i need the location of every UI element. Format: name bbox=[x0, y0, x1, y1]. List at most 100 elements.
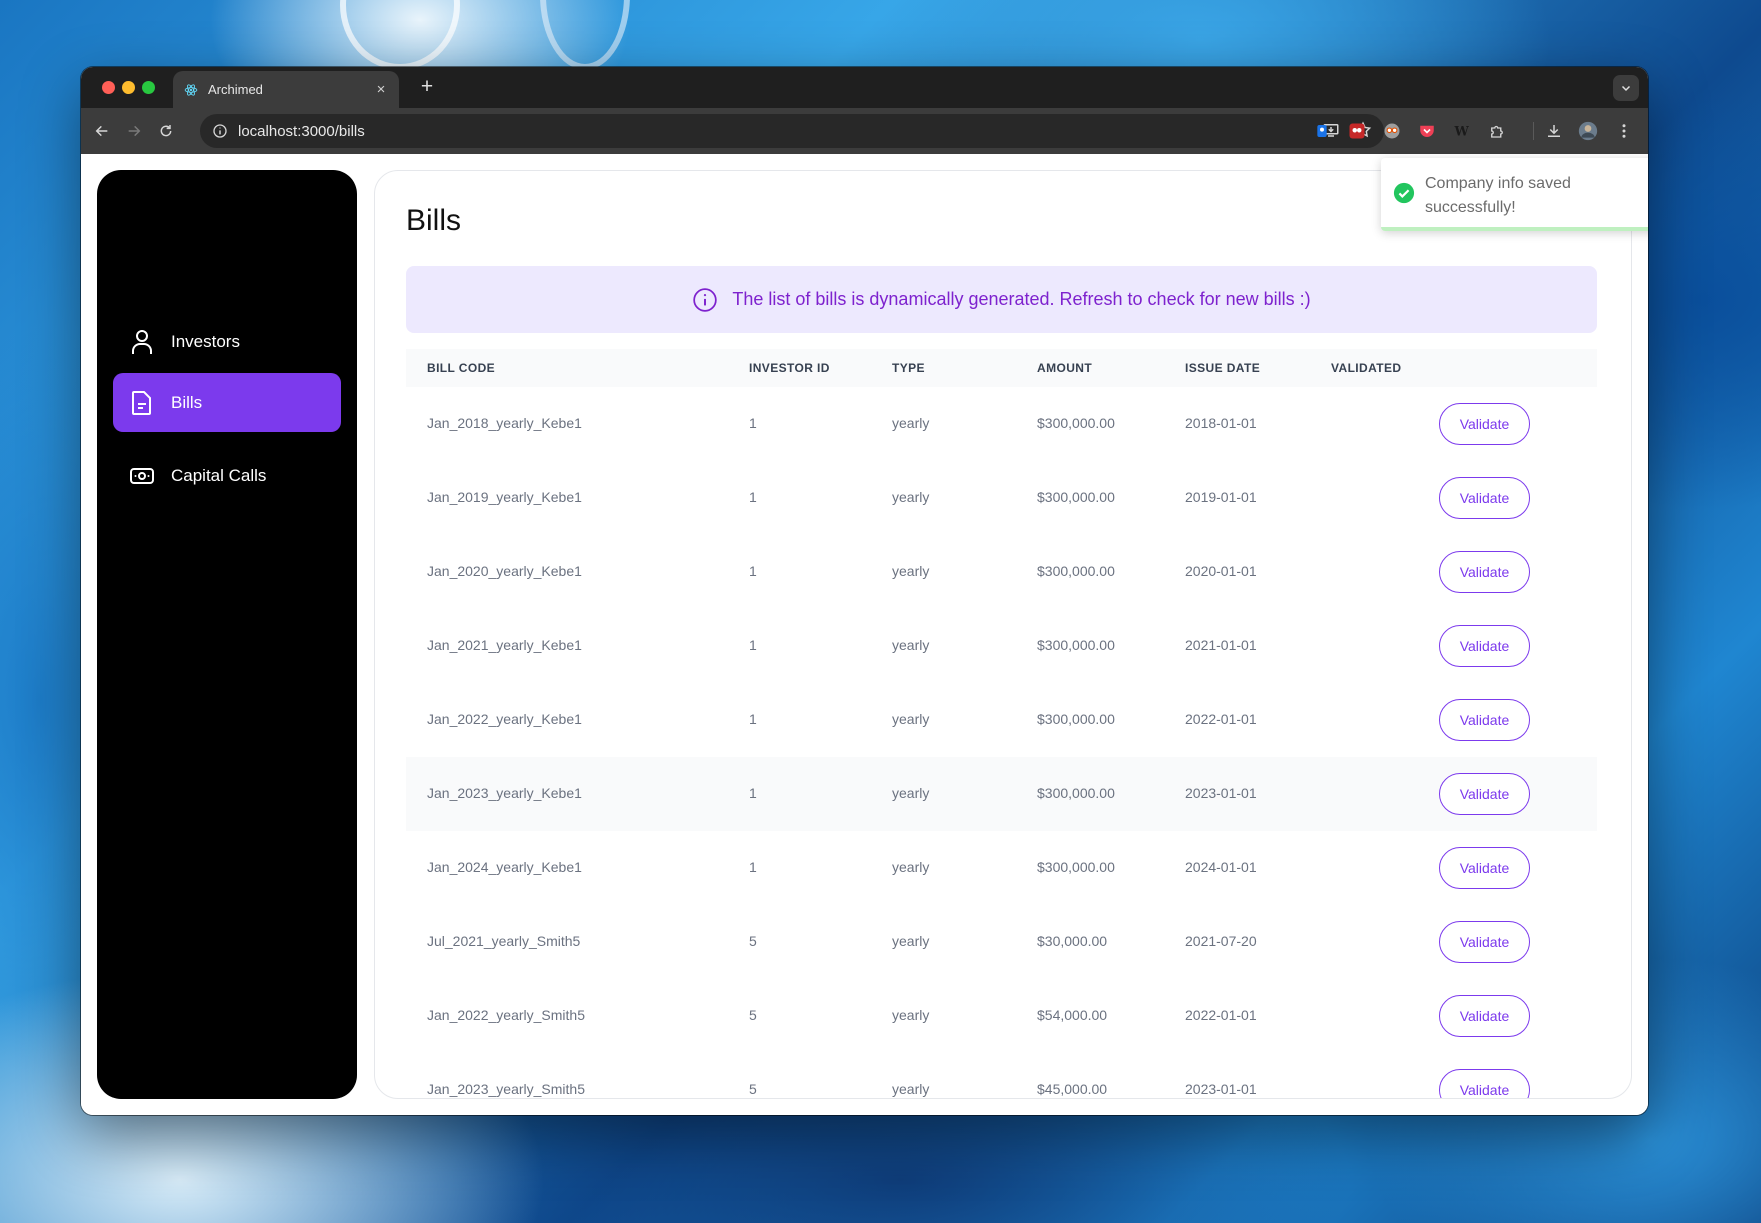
cell-issue-date: 2020-01-01 bbox=[1185, 563, 1257, 579]
cell-bill-code: Jan_2023_yearly_Kebe1 bbox=[427, 785, 582, 801]
cell-amount: $45,000.00 bbox=[1037, 1081, 1108, 1097]
reload-icon bbox=[160, 125, 172, 137]
pocket-icon[interactable] bbox=[1416, 120, 1438, 142]
cell-issue-date: 2021-01-01 bbox=[1185, 637, 1257, 653]
cell-bill-code: Jan_2020_yearly_Kebe1 bbox=[427, 563, 582, 579]
validate-button[interactable]: Validate bbox=[1439, 1069, 1530, 1098]
table-row: Jan_2022_yearly_Smith5 5 yearly $54,000.… bbox=[406, 979, 1597, 1053]
validate-button[interactable]: Validate bbox=[1439, 477, 1530, 519]
cell-type: yearly bbox=[892, 785, 930, 801]
cell-bill-code: Jan_2023_yearly_Smith5 bbox=[427, 1081, 585, 1097]
close-window-button[interactable] bbox=[102, 81, 115, 94]
wikipedia-icon[interactable]: W bbox=[1451, 120, 1473, 142]
browser-toolbar: localhost:3000/bills W bbox=[81, 108, 1648, 154]
banknote-icon bbox=[129, 463, 155, 489]
cell-issue-date: 2023-01-01 bbox=[1185, 785, 1257, 801]
validate-button[interactable]: Validate bbox=[1439, 921, 1530, 963]
cell-amount: $300,000.00 bbox=[1037, 415, 1115, 431]
back-button[interactable] bbox=[91, 120, 113, 142]
validate-button[interactable]: Validate bbox=[1439, 773, 1530, 815]
cell-bill-code: Jan_2024_yearly_Kebe1 bbox=[427, 859, 582, 875]
sidebar: Investors Bills Capital Calls bbox=[97, 170, 357, 1099]
cell-amount: $300,000.00 bbox=[1037, 563, 1115, 579]
tab-search-button[interactable] bbox=[1613, 75, 1639, 101]
cell-type: yearly bbox=[892, 637, 930, 653]
success-toast: Company info saved successfully! × bbox=[1381, 158, 1648, 231]
wallpaper-swirl bbox=[340, 0, 460, 70]
chevron-down-icon bbox=[1621, 85, 1631, 92]
validate-button[interactable]: Validate bbox=[1439, 847, 1530, 889]
extensions-puzzle-icon[interactable] bbox=[1486, 120, 1508, 142]
forward-button[interactable] bbox=[123, 120, 145, 142]
document-icon bbox=[129, 390, 155, 416]
validate-button[interactable]: Validate bbox=[1439, 995, 1530, 1037]
profile-avatar[interactable] bbox=[1577, 120, 1599, 142]
reload-button[interactable] bbox=[155, 120, 177, 142]
cell-amount: $300,000.00 bbox=[1037, 489, 1115, 505]
cell-type: yearly bbox=[892, 1081, 930, 1097]
cell-bill-code: Jan_2021_yearly_Kebe1 bbox=[427, 637, 582, 653]
sidebar-item-capital-calls[interactable]: Capital Calls bbox=[113, 446, 341, 505]
cell-bill-code: Jan_2022_yearly_Kebe1 bbox=[427, 711, 582, 727]
cell-type: yearly bbox=[892, 1007, 930, 1023]
cell-issue-date: 2024-01-01 bbox=[1185, 859, 1257, 875]
validate-button[interactable]: Validate bbox=[1439, 551, 1530, 593]
validate-button[interactable]: Validate bbox=[1439, 403, 1530, 445]
cell-bill-code: Jan_2019_yearly_Kebe1 bbox=[427, 489, 582, 505]
cell-type: yearly bbox=[892, 489, 930, 505]
cell-amount: $300,000.00 bbox=[1037, 711, 1115, 727]
cell-amount: $300,000.00 bbox=[1037, 859, 1115, 875]
table-row: Jan_2024_yearly_Kebe1 1 yearly $300,000.… bbox=[406, 831, 1597, 905]
table-row: Jan_2020_yearly_Kebe1 1 yearly $300,000.… bbox=[406, 535, 1597, 609]
cell-investor-id: 5 bbox=[749, 933, 757, 949]
column-header-validated: VALIDATED bbox=[1331, 361, 1402, 375]
cell-investor-id: 1 bbox=[749, 489, 757, 505]
tab-bar: Archimed × + bbox=[81, 67, 1648, 108]
column-header-amount: AMOUNT bbox=[1037, 361, 1093, 375]
sidebar-item-label: Investors bbox=[171, 331, 240, 351]
browser-menu-icon[interactable] bbox=[1613, 120, 1635, 142]
sidebar-item-bills[interactable]: Bills bbox=[113, 373, 341, 432]
validate-button[interactable]: Validate bbox=[1439, 699, 1530, 741]
site-info-icon[interactable] bbox=[210, 121, 230, 141]
cell-bill-code: Jan_2018_yearly_Kebe1 bbox=[427, 415, 582, 431]
toast-progress-bar bbox=[1381, 227, 1648, 231]
maximize-window-button[interactable] bbox=[142, 81, 155, 94]
url-text: localhost:3000/bills bbox=[238, 122, 365, 140]
sidebar-item-investors[interactable]: Investors bbox=[113, 312, 341, 371]
main-panel: Bills The list of bills is dynamically g… bbox=[374, 170, 1632, 1099]
info-icon bbox=[692, 287, 718, 313]
page-title: Bills bbox=[406, 204, 462, 237]
address-bar[interactable]: localhost:3000/bills bbox=[200, 114, 1384, 148]
cell-amount: $30,000.00 bbox=[1037, 933, 1108, 949]
cell-issue-date: 2022-01-01 bbox=[1185, 1007, 1257, 1023]
table-row: Jan_2021_yearly_Kebe1 1 yearly $300,000.… bbox=[406, 609, 1597, 683]
info-message: The list of bills is dynamically generat… bbox=[732, 289, 1311, 309]
cell-investor-id: 5 bbox=[749, 1081, 757, 1097]
tab-close-icon[interactable]: × bbox=[373, 81, 389, 98]
table-row: Jan_2018_yearly_Kebe1 1 yearly $300,000.… bbox=[406, 387, 1597, 461]
extension-face-icon[interactable] bbox=[1381, 120, 1403, 142]
cell-investor-id: 1 bbox=[749, 859, 757, 875]
minimize-window-button[interactable] bbox=[122, 81, 135, 94]
cell-type: yearly bbox=[892, 711, 930, 727]
extension-red-icon[interactable] bbox=[1346, 120, 1368, 142]
sidebar-item-label: Capital Calls bbox=[171, 465, 267, 485]
cell-investor-id: 1 bbox=[749, 563, 757, 579]
browser-tab[interactable]: Archimed × bbox=[173, 71, 399, 108]
validate-button[interactable]: Validate bbox=[1439, 625, 1530, 667]
toast-message: Company info saved successfully! bbox=[1425, 175, 1571, 216]
arrow-left-icon bbox=[95, 125, 108, 137]
cell-investor-id: 5 bbox=[749, 1007, 757, 1023]
new-tab-button[interactable]: + bbox=[414, 75, 440, 99]
svg-text:W: W bbox=[1454, 125, 1470, 140]
downloads-icon[interactable] bbox=[1543, 120, 1565, 142]
cell-investor-id: 1 bbox=[749, 785, 757, 801]
cell-issue-date: 2019-01-01 bbox=[1185, 489, 1257, 505]
user-icon bbox=[129, 329, 155, 355]
page-content: Investors Bills Capital Calls Bills The … bbox=[81, 154, 1648, 1115]
extension-blue-icon[interactable] bbox=[1311, 120, 1333, 142]
check-circle-icon bbox=[1393, 182, 1415, 204]
cell-amount: $300,000.00 bbox=[1037, 785, 1115, 801]
column-header-investor-id: INVESTOR ID bbox=[749, 361, 830, 375]
